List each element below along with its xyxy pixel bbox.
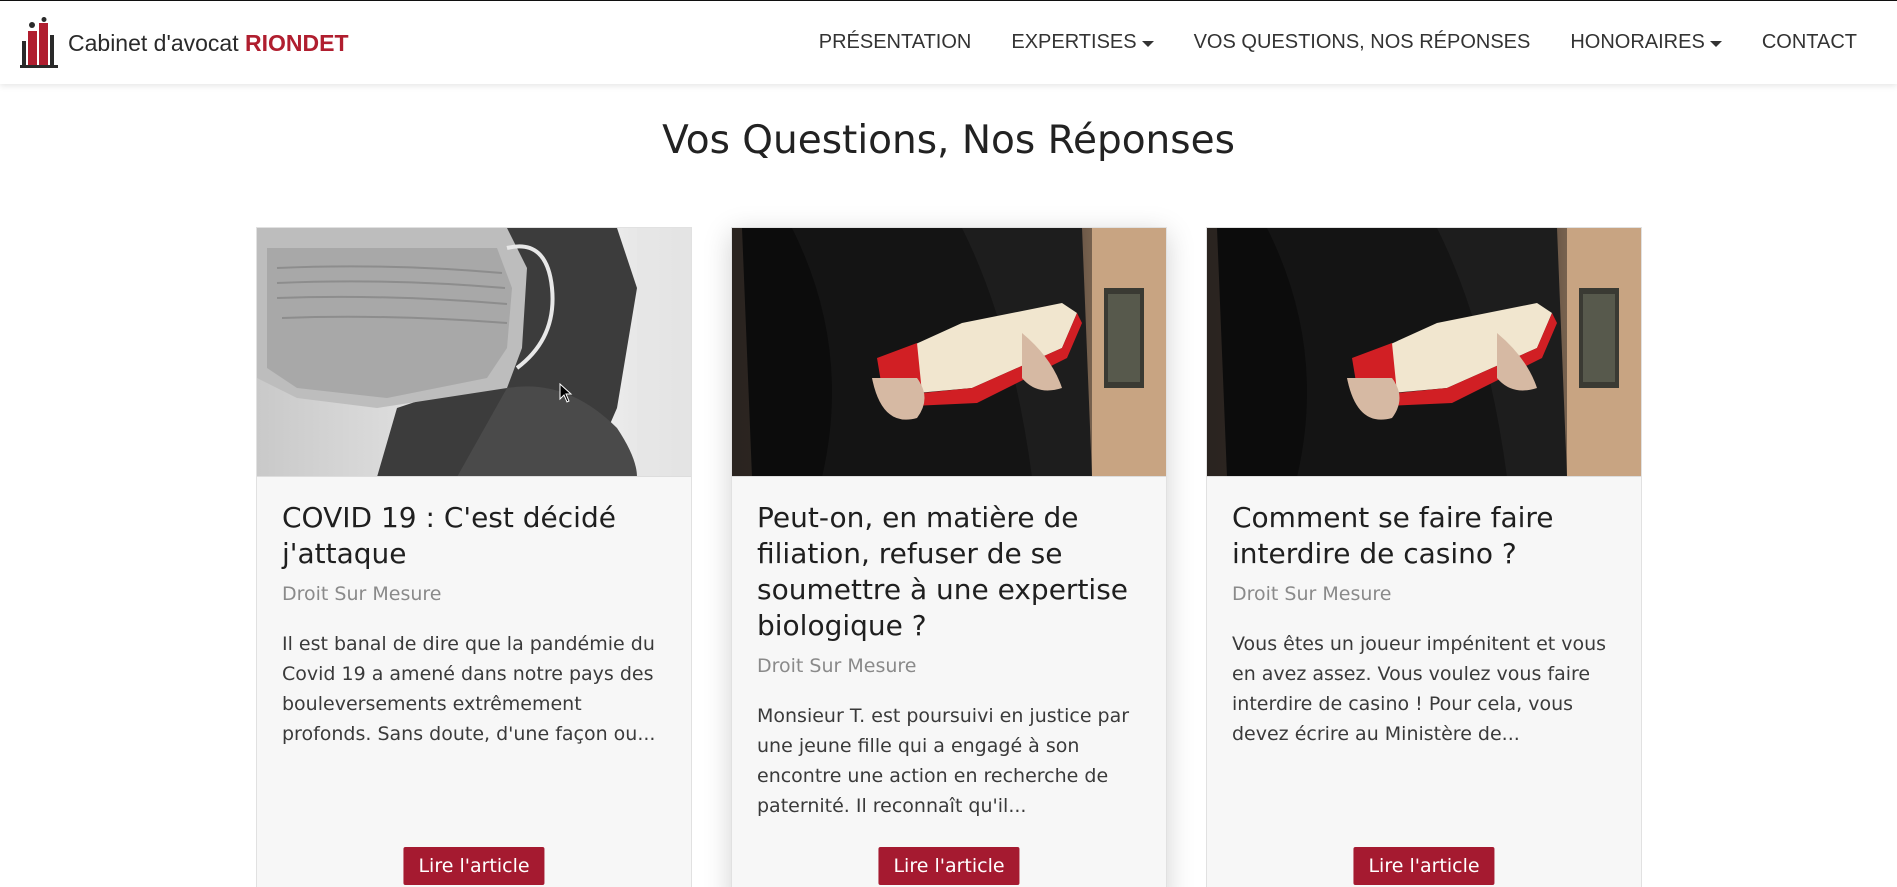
nav-item-questions[interactable]: VOS QUESTIONS, NOS RÉPONSES	[1194, 31, 1531, 54]
article-card: Peut-on, en matière de filiation, refuse…	[731, 227, 1167, 887]
main-nav: PRÉSENTATION EXPERTISES VOS QUESTIONS, N…	[779, 1, 1857, 84]
brand-name: Cabinet d'avocat RIONDET	[68, 29, 349, 56]
article-author: Droit Sur Mesure	[757, 655, 917, 677]
card-body: COVID 19 : C'est décidé j'attaque Droit …	[282, 500, 672, 749]
firm-logo-icon	[20, 17, 60, 69]
nav-item-presentation[interactable]: PRÉSENTATION	[819, 31, 972, 54]
article-card: Comment se faire faire interdire de casi…	[1206, 227, 1642, 887]
nav-item-contact[interactable]: CONTACT	[1762, 31, 1857, 54]
article-excerpt: Vous êtes un joueur impénitent et vous e…	[1232, 633, 1607, 745]
article-title[interactable]: COVID 19 : C'est décidé j'attaque	[282, 500, 672, 572]
read-article-button[interactable]: Lire l'article	[878, 847, 1020, 885]
article-excerpt: Monsieur T. est poursuivi en justice par…	[757, 705, 1130, 817]
article-card: COVID 19 : C'est décidé j'attaque Droit …	[256, 227, 692, 887]
read-article-button[interactable]: Lire l'article	[403, 847, 545, 885]
read-article-button[interactable]: Lire l'article	[1353, 847, 1495, 885]
article-excerpt: Il est banal de dire que la pandémie du …	[282, 633, 656, 745]
mouse-cursor-icon	[559, 382, 573, 407]
lawyer-red-book-photo[interactable]	[732, 228, 1166, 477]
navbar: Cabinet d'avocat RIONDET PRÉSENTATION EX…	[0, 1, 1897, 84]
nav-item-expertises[interactable]: EXPERTISES	[1011, 31, 1154, 54]
article-author: Droit Sur Mesure	[282, 583, 442, 605]
brand-logo-link[interactable]: Cabinet d'avocat RIONDET	[20, 17, 349, 69]
caret-down-icon	[1709, 40, 1722, 47]
masked-person-photo[interactable]	[257, 228, 691, 477]
article-title[interactable]: Comment se faire faire interdire de casi…	[1232, 500, 1622, 572]
card-body: Comment se faire faire interdire de casi…	[1232, 500, 1622, 749]
nav-item-honoraires[interactable]: HONORAIRES	[1570, 31, 1722, 54]
article-title[interactable]: Peut-on, en matière de filiation, refuse…	[757, 500, 1147, 644]
page-title: Vos Questions, Nos Réponses	[662, 118, 1235, 163]
card-body: Peut-on, en matière de filiation, refuse…	[757, 500, 1147, 821]
lawyer-red-book-photo[interactable]	[1207, 228, 1641, 477]
caret-down-icon	[1141, 40, 1154, 47]
article-author: Droit Sur Mesure	[1232, 583, 1392, 605]
